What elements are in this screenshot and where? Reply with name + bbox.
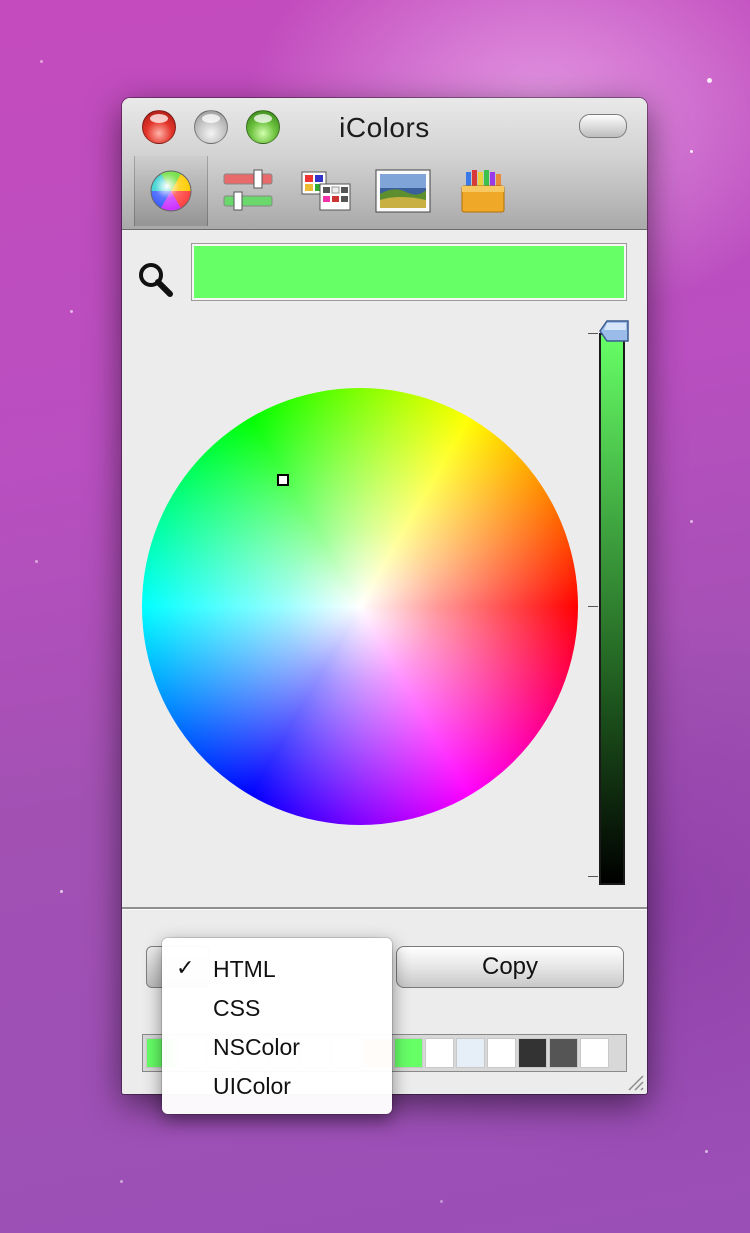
resize-grip-icon[interactable] — [623, 1070, 645, 1092]
palettes-icon — [301, 171, 351, 211]
color-wheel-tab[interactable] — [134, 156, 208, 226]
brightness-slider-thumb[interactable] — [598, 318, 630, 344]
color-wheel[interactable] — [142, 388, 578, 825]
menu-item-nscolor[interactable]: NSColor — [162, 1028, 392, 1066]
menu-item-label: UIColor — [213, 1073, 291, 1099]
window-title: iColors — [339, 112, 430, 143]
menu-item-label: CSS — [213, 995, 261, 1021]
checkmark-icon: ✓ — [176, 955, 195, 980]
brightness-slider[interactable] — [599, 333, 625, 885]
title-bar: iColors — [122, 98, 647, 230]
color-wheel-saturation — [142, 388, 578, 825]
section-divider — [122, 907, 647, 910]
copy-button[interactable]: Copy — [396, 946, 624, 988]
menu-item-label: NSColor — [213, 1034, 300, 1060]
color-swatch[interactable] — [580, 1038, 609, 1068]
format-menu: ✓ HTML CSS NSColor UIColor — [162, 938, 392, 1114]
color-swatch[interactable] — [394, 1038, 423, 1068]
menu-item-html[interactable]: ✓ HTML — [162, 950, 392, 988]
menu-item-css[interactable]: CSS — [162, 989, 392, 1027]
brightness-tick — [588, 606, 598, 607]
toolbar-toggle-button[interactable] — [579, 114, 627, 138]
color-swatch[interactable] — [456, 1038, 485, 1068]
color-swatch[interactable] — [425, 1038, 454, 1068]
current-color-field[interactable] — [191, 243, 627, 301]
color-swatch[interactable] — [487, 1038, 516, 1068]
image-tab[interactable] — [367, 156, 439, 226]
color-wheel-icon — [150, 170, 192, 212]
color-swatch[interactable] — [549, 1038, 578, 1068]
sliders-icon — [223, 169, 273, 211]
sliders-tab[interactable] — [212, 156, 284, 226]
palettes-tab[interactable] — [290, 156, 362, 226]
color-swatch[interactable] — [518, 1038, 547, 1068]
brightness-tick — [588, 333, 598, 334]
brightness-tick — [588, 876, 598, 877]
color-wheel-marker[interactable] — [277, 474, 289, 486]
crayons-tab[interactable] — [447, 156, 519, 226]
menu-item-label: HTML — [213, 956, 276, 982]
menu-item-uicolor[interactable]: UIColor — [162, 1067, 392, 1105]
image-icon — [375, 169, 431, 213]
search-icon[interactable] — [136, 260, 176, 300]
crayons-icon — [461, 170, 505, 213]
